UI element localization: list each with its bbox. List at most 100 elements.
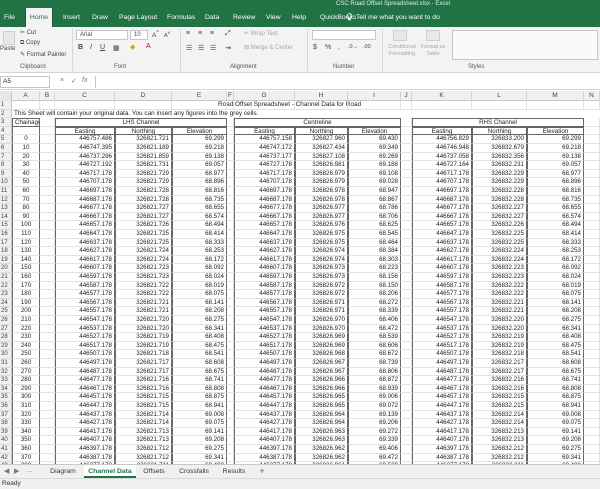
prev-sheet-icon[interactable]: ◀ <box>4 467 9 475</box>
subheader-northing[interactable]: Northing <box>295 126 348 136</box>
cell[interactable] <box>40 316 55 325</box>
data-cell[interactable]: 326826.977 <box>295 204 348 213</box>
data-cell[interactable]: 446517.178 <box>234 341 295 351</box>
data-cell[interactable]: 446387.178 <box>55 453 115 463</box>
column-header-k[interactable]: K <box>412 91 472 101</box>
data-cell[interactable]: 69.141 <box>527 427 584 437</box>
data-cell[interactable]: 326832.222 <box>472 290 527 299</box>
data-cell[interactable]: 326821.723 <box>115 264 172 273</box>
cell[interactable] <box>401 436 412 445</box>
data-cell[interactable]: 446397.178 <box>234 445 295 454</box>
cell[interactable] <box>401 230 412 239</box>
cell[interactable] <box>40 247 55 256</box>
data-cell[interactable]: 326827.108 <box>295 152 348 162</box>
data-cell[interactable]: 326821.713 <box>115 427 172 437</box>
data-cell[interactable]: 68.735 <box>172 195 227 205</box>
chainage-cell[interactable]: 210 <box>12 316 40 325</box>
data-cell[interactable]: 326821.713 <box>115 436 172 445</box>
cell[interactable] <box>584 427 600 437</box>
data-cell[interactable]: 446617.178 <box>55 255 115 265</box>
row-header[interactable]: 3 <box>0 118 12 127</box>
wrap-text-button[interactable]: ↵ Wrap Text <box>244 30 278 37</box>
data-cell[interactable]: 326821.717 <box>115 359 172 368</box>
data-cell[interactable]: 326826.962 <box>295 453 348 463</box>
cell[interactable] <box>584 324 600 334</box>
formula-input[interactable] <box>95 76 600 88</box>
data-cell[interactable]: 446747.395 <box>55 144 115 153</box>
chainage-cell[interactable]: 270 <box>12 367 40 377</box>
chainage-cell[interactable]: 100 <box>12 221 40 230</box>
data-cell[interactable]: 68.808 <box>172 384 227 394</box>
data-cell[interactable]: 326826.963 <box>295 427 348 437</box>
data-cell[interactable]: 326832.222 <box>472 281 527 291</box>
cell[interactable] <box>40 359 55 368</box>
format-as-table-button[interactable]: Format as Table <box>419 44 447 58</box>
cell[interactable] <box>40 264 55 273</box>
cell[interactable] <box>40 333 55 342</box>
data-cell[interactable]: 68.092 <box>527 264 584 273</box>
cell[interactable] <box>401 341 412 351</box>
data-cell[interactable]: 446687.178 <box>412 195 472 205</box>
data-cell[interactable]: 446517.178 <box>412 341 472 351</box>
cell[interactable] <box>40 273 55 282</box>
data-cell[interactable]: 326821.724 <box>115 247 172 256</box>
conditional-formatting-icon[interactable] <box>393 30 407 41</box>
merge-center-button[interactable]: ⊞ Merge & Center <box>244 44 293 51</box>
data-cell[interactable]: 326826.981 <box>295 161 348 170</box>
cell[interactable] <box>227 281 234 291</box>
row-header[interactable]: 22 <box>0 281 12 291</box>
data-cell[interactable]: 326832.221 <box>472 298 527 308</box>
data-cell[interactable]: 326832.218 <box>472 350 527 359</box>
data-cell[interactable]: 446537.178 <box>234 324 295 334</box>
data-cell[interactable]: 446487.178 <box>412 367 472 377</box>
data-cell[interactable]: 326832.215 <box>472 402 527 411</box>
data-cell[interactable]: 446627.178 <box>234 247 295 256</box>
data-cell[interactable]: 326832.679 <box>472 144 527 153</box>
data-cell[interactable]: 326821.715 <box>115 393 172 402</box>
shrink-font-button[interactable]: Av <box>164 30 170 39</box>
subheader-easting[interactable]: Easting <box>234 126 295 136</box>
cell[interactable] <box>401 144 412 153</box>
data-cell[interactable]: 68.172 <box>172 255 227 265</box>
data-cell[interactable]: 326821.729 <box>115 178 172 187</box>
column-header-f[interactable]: F <box>227 91 234 101</box>
data-cell[interactable]: 446697.178 <box>412 187 472 196</box>
data-cell[interactable]: 69.275 <box>527 445 584 454</box>
tab-draw[interactable]: Draw <box>92 8 108 27</box>
chainage-cell[interactable]: 0 <box>12 135 40 144</box>
data-cell[interactable]: 326832.223 <box>472 273 527 282</box>
cell[interactable] <box>12 126 40 136</box>
subheader-easting[interactable]: Easting <box>55 126 115 136</box>
data-cell[interactable]: 68.867 <box>348 195 401 205</box>
data-cell[interactable]: 446487.178 <box>55 367 115 377</box>
percent-icon[interactable]: % <box>325 44 331 51</box>
data-cell[interactable]: 68.574 <box>527 212 584 222</box>
data-cell[interactable]: 326821.712 <box>115 445 172 454</box>
data-cell[interactable]: 326833.200 <box>472 135 527 144</box>
cell[interactable] <box>227 453 234 463</box>
data-cell[interactable]: 446637.178 <box>55 238 115 248</box>
chainage-cell[interactable]: 20 <box>12 152 40 162</box>
data-cell[interactable]: 446717.178 <box>55 169 115 179</box>
cell[interactable] <box>40 169 55 179</box>
cell[interactable] <box>401 333 412 342</box>
data-cell[interactable]: 326821.721 <box>115 298 172 308</box>
data-cell[interactable]: 68.816 <box>527 187 584 196</box>
data-cell[interactable]: 68.896 <box>527 178 584 187</box>
data-cell[interactable]: 446397.178 <box>55 445 115 454</box>
cell[interactable] <box>227 402 234 411</box>
data-cell[interactable]: 446756.829 <box>412 135 472 144</box>
align-left-icon[interactable]: ☰ <box>186 44 192 52</box>
data-cell[interactable]: 446607.178 <box>234 264 295 273</box>
chainage-cell[interactable]: 130 <box>12 247 40 256</box>
data-cell[interactable]: 68.675 <box>527 367 584 377</box>
column-header-b[interactable]: B <box>40 91 55 101</box>
chainage-cell[interactable]: 180 <box>12 290 40 299</box>
tab-data[interactable]: Data <box>205 8 219 27</box>
chainage-cell[interactable]: 10 <box>12 144 40 153</box>
data-cell[interactable]: 326821.721 <box>115 307 172 316</box>
data-cell[interactable]: 68.875 <box>172 393 227 402</box>
column-header-c[interactable]: C <box>55 91 115 101</box>
row-header[interactable]: 42 <box>0 453 12 463</box>
chainage-header[interactable]: Chainage <box>12 118 40 127</box>
